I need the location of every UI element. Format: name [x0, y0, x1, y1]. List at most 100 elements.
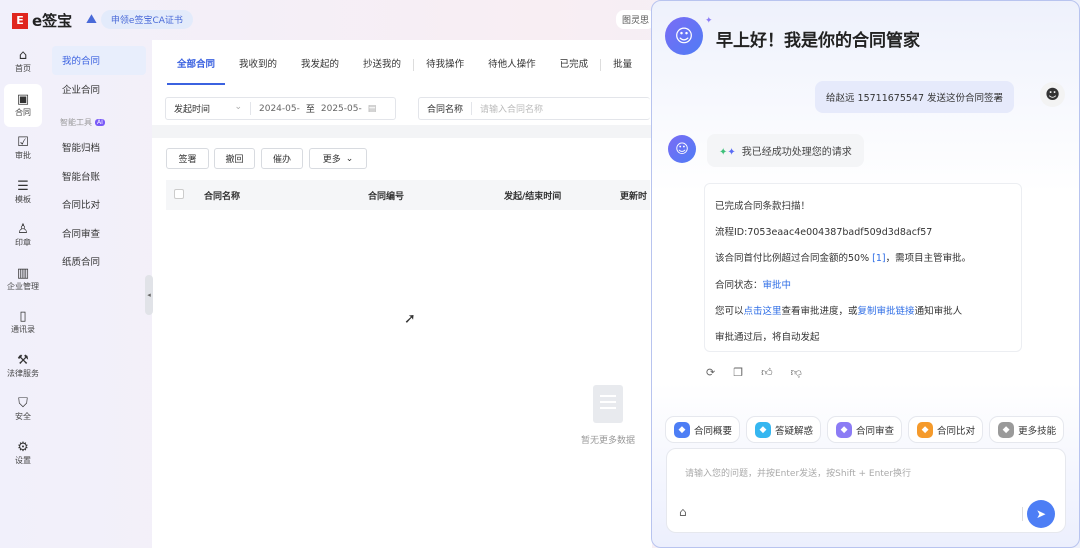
nav-icon: ▣ — [16, 91, 30, 107]
sparkle-icon: ✦ — [727, 147, 736, 158]
skill-button[interactable]: ◆ 答疑解惑 — [746, 416, 822, 443]
send-icon: ➤ — [1035, 507, 1047, 521]
reference-link[interactable]: [1] — [872, 253, 885, 264]
nav-icon: ▥ — [16, 265, 30, 281]
ca-icon: ⛰ — [86, 12, 97, 27]
tab-sent[interactable]: 我发起的 — [289, 52, 351, 86]
skill-icon: ◆ — [674, 421, 690, 438]
nav-icon: ☰ — [17, 178, 29, 194]
col-number: 合同编号 — [368, 192, 405, 202]
nav-item-6[interactable]: ▯ 通讯录 — [4, 301, 42, 345]
reply-line: 该合同首付比例超过合同金额的50% [1]，需项目主管审批。 — [715, 253, 972, 265]
sparkle-icon: ✦ — [705, 16, 713, 26]
contract-name-filter: 合同名称 请输入合同名称 — [418, 97, 650, 120]
skill-button[interactable]: ◆ 合同比对 — [908, 416, 984, 443]
calendar-icon: ▤ — [367, 103, 377, 114]
assistant-avatar: ☺ — [668, 135, 696, 163]
tab-done[interactable]: 已完成 — [548, 52, 601, 86]
tab-batch[interactable]: 批量 — [601, 52, 644, 86]
col-updated: 更新时 — [620, 192, 648, 202]
thumbs-up-icon[interactable]: 👍︎ — [761, 366, 773, 379]
nav-icon: ⚙ — [17, 439, 29, 455]
urge-button[interactable]: 催办 — [261, 148, 303, 169]
date-filter[interactable]: 发起时间 ⌄ 2024-05- 至 2025-05- ▤ — [165, 97, 396, 120]
copy-approval-link[interactable]: 复制审批链接 — [858, 306, 915, 317]
clear-basket-icon[interactable]: ⌂ — [679, 505, 687, 519]
nav-item-7[interactable]: ⚒ 法律服务 — [4, 345, 42, 389]
user-menu[interactable]: 图灵思 — [616, 10, 656, 29]
nav-icon: ☑ — [17, 135, 29, 151]
nav-item-9[interactable]: ⚙ 设置 — [4, 432, 42, 476]
skill-icon: ◆ — [998, 421, 1015, 438]
skill-icon: ◆ — [917, 421, 934, 438]
logo[interactable]: Ee签宝 — [12, 10, 72, 31]
tab-cc[interactable]: 抄送我的 — [351, 52, 413, 86]
nav-item-5[interactable]: ▥ 企业管理 — [4, 258, 42, 302]
user-avatar: ☻ — [1040, 82, 1065, 107]
withdraw-button[interactable]: 撤回 — [214, 148, 255, 169]
ai-badge: AI — [95, 118, 105, 126]
skill-button[interactable]: ◆ 更多技能 — [989, 416, 1065, 443]
sidebar-item-paper[interactable]: 纸质合同 — [52, 247, 146, 276]
sign-button[interactable]: 签署 — [166, 148, 209, 169]
sidebar-item-ledger[interactable]: 智能台账 — [52, 162, 146, 191]
sidebar-item-archive[interactable]: 智能归档 — [52, 133, 146, 162]
user-message: 给赵远 15711675547 发送这份合同签署 — [815, 81, 1015, 113]
nav-icon: ⛉ — [18, 396, 28, 412]
status-message: ✦✦ 我已经成功处理您的请求 — [707, 134, 864, 167]
tab-all[interactable]: 全部合同 — [165, 52, 227, 86]
reply-line: 已完成合同条款扫描！ — [715, 201, 811, 212]
skill-button[interactable]: ◆ 合同审查 — [827, 416, 903, 443]
thumbs-down-icon[interactable]: 👎︎ — [791, 366, 802, 379]
smart-tools-heading: 智能工具 AI — [60, 117, 105, 127]
sidebar-item-corp-contracts[interactable]: 企业合同 — [52, 75, 146, 104]
sidebar-item-compare[interactable]: 合同比对 — [52, 190, 146, 219]
nav-item-3[interactable]: ☰ 模板 — [4, 171, 42, 215]
nav-item-2[interactable]: ☑ 审批 — [4, 127, 42, 171]
tab-received[interactable]: 我收到的 — [227, 52, 289, 86]
contract-name-input[interactable]: 请输入合同名称 — [472, 102, 543, 115]
contract-tabs: 全部合同 我收到的 我发起的 抄送我的 待我操作 待他人操作 已完成 批量 — [165, 52, 644, 86]
more-button[interactable]: 更多 ⌄ — [309, 148, 367, 169]
reply-line: 审批通过后，将自动发起 — [715, 332, 820, 344]
nav-item-1[interactable]: ▣ 合同 — [4, 83, 42, 127]
status-badge: 审批中 — [762, 279, 792, 291]
collapse-handle[interactable]: ◂ — [145, 275, 153, 315]
nav-icon: ⚒ — [17, 352, 29, 368]
chat-input[interactable]: 请输入您的问题，并按Enter发送，按Shift + Enter换行 ⌂ — [666, 448, 1066, 533]
tab-my-action[interactable]: 待我操作 — [414, 52, 476, 86]
copy-icon[interactable]: ❐ — [733, 366, 743, 379]
ca-cert-link[interactable]: ⛰ 申领e签宝CA证书 — [86, 10, 193, 29]
empty-document-icon — [593, 385, 623, 423]
select-all-checkbox[interactable] — [174, 189, 184, 199]
assistant-reply-card: 已完成合同条款扫描！ 流程ID:7053eaac4e004387badf509d… — [704, 183, 1022, 352]
tab-others-action[interactable]: 待他人操作 — [476, 52, 548, 86]
nav-item-4[interactable]: ♙ 印章 — [4, 214, 42, 258]
reply-line: 您可以点击这里查看审批进度，或复制审批链接通知审批人 — [715, 305, 963, 317]
nav-item-0[interactable]: ⌂ 首页 — [4, 40, 42, 84]
regenerate-icon[interactable]: ⟳ — [706, 366, 715, 379]
empty-state: 暂无更多数据 — [570, 385, 646, 446]
sidebar-item-review[interactable]: 合同审查 — [52, 219, 146, 248]
table-header: 合同名称 合同编号 发起/结束时间 更新时 — [166, 180, 650, 210]
col-time: 发起/结束时间 — [504, 192, 562, 202]
assistant-avatar: ☺ — [665, 17, 703, 55]
message-actions: ⟳ ❐ 👍︎ 👎︎ — [706, 366, 802, 379]
click-here-link[interactable]: 点击这里 — [744, 306, 782, 317]
nav-item-8[interactable]: ⛉ 安全 — [4, 388, 42, 432]
send-button[interactable]: ➤ — [1027, 500, 1055, 528]
divider — [152, 125, 652, 138]
sidebar-item-my-contracts[interactable]: 我的合同 — [52, 46, 146, 75]
nav-icon: ▯ — [19, 309, 27, 325]
skill-button[interactable]: ◆ 合同概要 — [665, 416, 741, 443]
divider — [1022, 507, 1023, 521]
skill-icon: ◆ — [836, 421, 853, 438]
process-id: 流程ID:7053eaac4e004387badf509d3d8acf57 — [715, 227, 933, 239]
icon-nav: ⌂ 首页 ▣ 合同 ☑ 审批 ☰ 模板 ♙ 印章 ▥ 企业管理 ▯ 通讯录 ⚒ 法律服务 ⛉ 安全 ⚙ 设置 — [0, 40, 46, 475]
nav-icon: ♙ — [17, 222, 29, 238]
nav-icon: ⌂ — [18, 48, 28, 64]
chevron-down-icon: ⌄ — [345, 153, 354, 164]
skill-icon: ◆ — [755, 421, 772, 438]
chevron-down-icon: ⌄ — [234, 102, 242, 112]
reply-line: 合同状态：审批中 — [715, 279, 792, 291]
